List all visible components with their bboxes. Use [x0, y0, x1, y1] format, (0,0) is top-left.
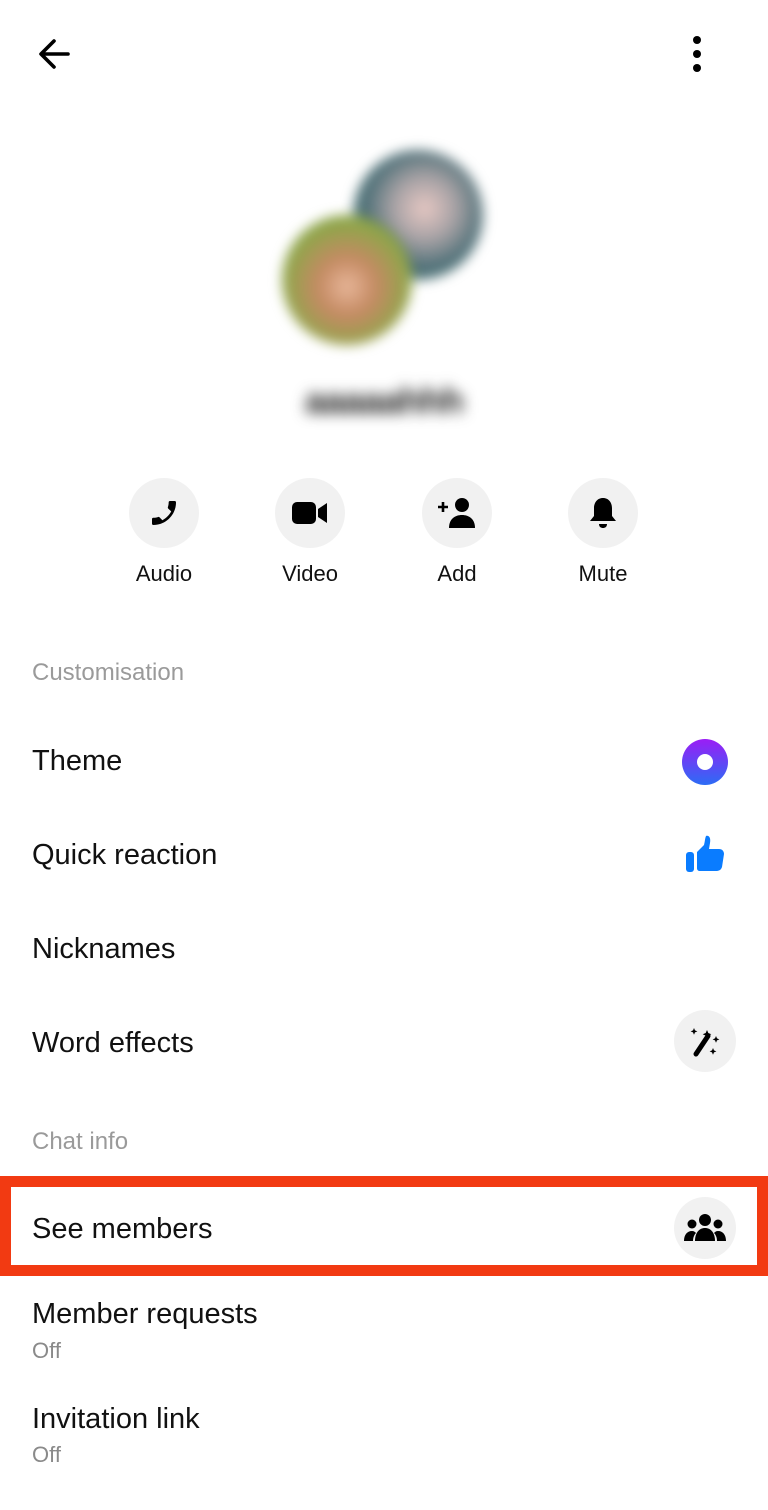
invitation-link-label: Invitation link [32, 1403, 200, 1435]
invitation-link-row[interactable]: Invitation link Off [0, 1385, 768, 1485]
quick-reaction-row[interactable]: Quick reaction [0, 809, 768, 903]
nicknames-label: Nicknames [32, 933, 176, 965]
audio-call-button[interactable]: Audio [109, 478, 219, 587]
video-call-button[interactable]: Video [255, 478, 365, 587]
mute-label: Mute [578, 561, 628, 586]
section-customisation-title: Customisation [32, 659, 185, 686]
video-camera-icon [292, 502, 327, 524]
arrow-left-icon [39, 39, 70, 69]
invitation-link-value: Off [32, 1442, 61, 1467]
magic-wand-icon [674, 1010, 736, 1072]
more-vertical-icon [693, 36, 701, 72]
see-members-label: See members [32, 1213, 213, 1245]
add-label: Add [437, 561, 477, 586]
word-effects-row[interactable]: Word effects [0, 997, 768, 1091]
member-requests-row[interactable]: Member requests Off [0, 1280, 768, 1380]
theme-row[interactable]: Theme [0, 715, 768, 809]
member-requests-label: Member requests [32, 1298, 258, 1330]
section-chat-info-title: Chat info [32, 1128, 129, 1155]
phone-icon [152, 501, 176, 525]
more-options-button[interactable] [667, 24, 727, 84]
word-effects-label: Word effects [32, 1027, 194, 1059]
thumbs-up-icon [674, 823, 736, 885]
video-label: Video [282, 561, 338, 586]
theme-label: Theme [32, 745, 123, 777]
see-members-row[interactable]: See members [0, 1187, 768, 1265]
group-name: aaaaahhh [304, 380, 464, 421]
add-member-button[interactable]: Add [402, 478, 512, 587]
group-icon [674, 1197, 736, 1259]
audio-label: Audio [135, 561, 193, 586]
quick-reaction-label: Quick reaction [32, 839, 218, 871]
member-avatar-1 [282, 215, 412, 345]
back-button[interactable] [24, 24, 84, 84]
mute-button[interactable]: Mute [548, 478, 658, 587]
nicknames-row[interactable]: Nicknames [0, 903, 768, 997]
bell-icon [590, 498, 616, 528]
add-person-icon [438, 498, 475, 528]
member-requests-value: Off [32, 1338, 61, 1363]
theme-icon [674, 731, 736, 793]
